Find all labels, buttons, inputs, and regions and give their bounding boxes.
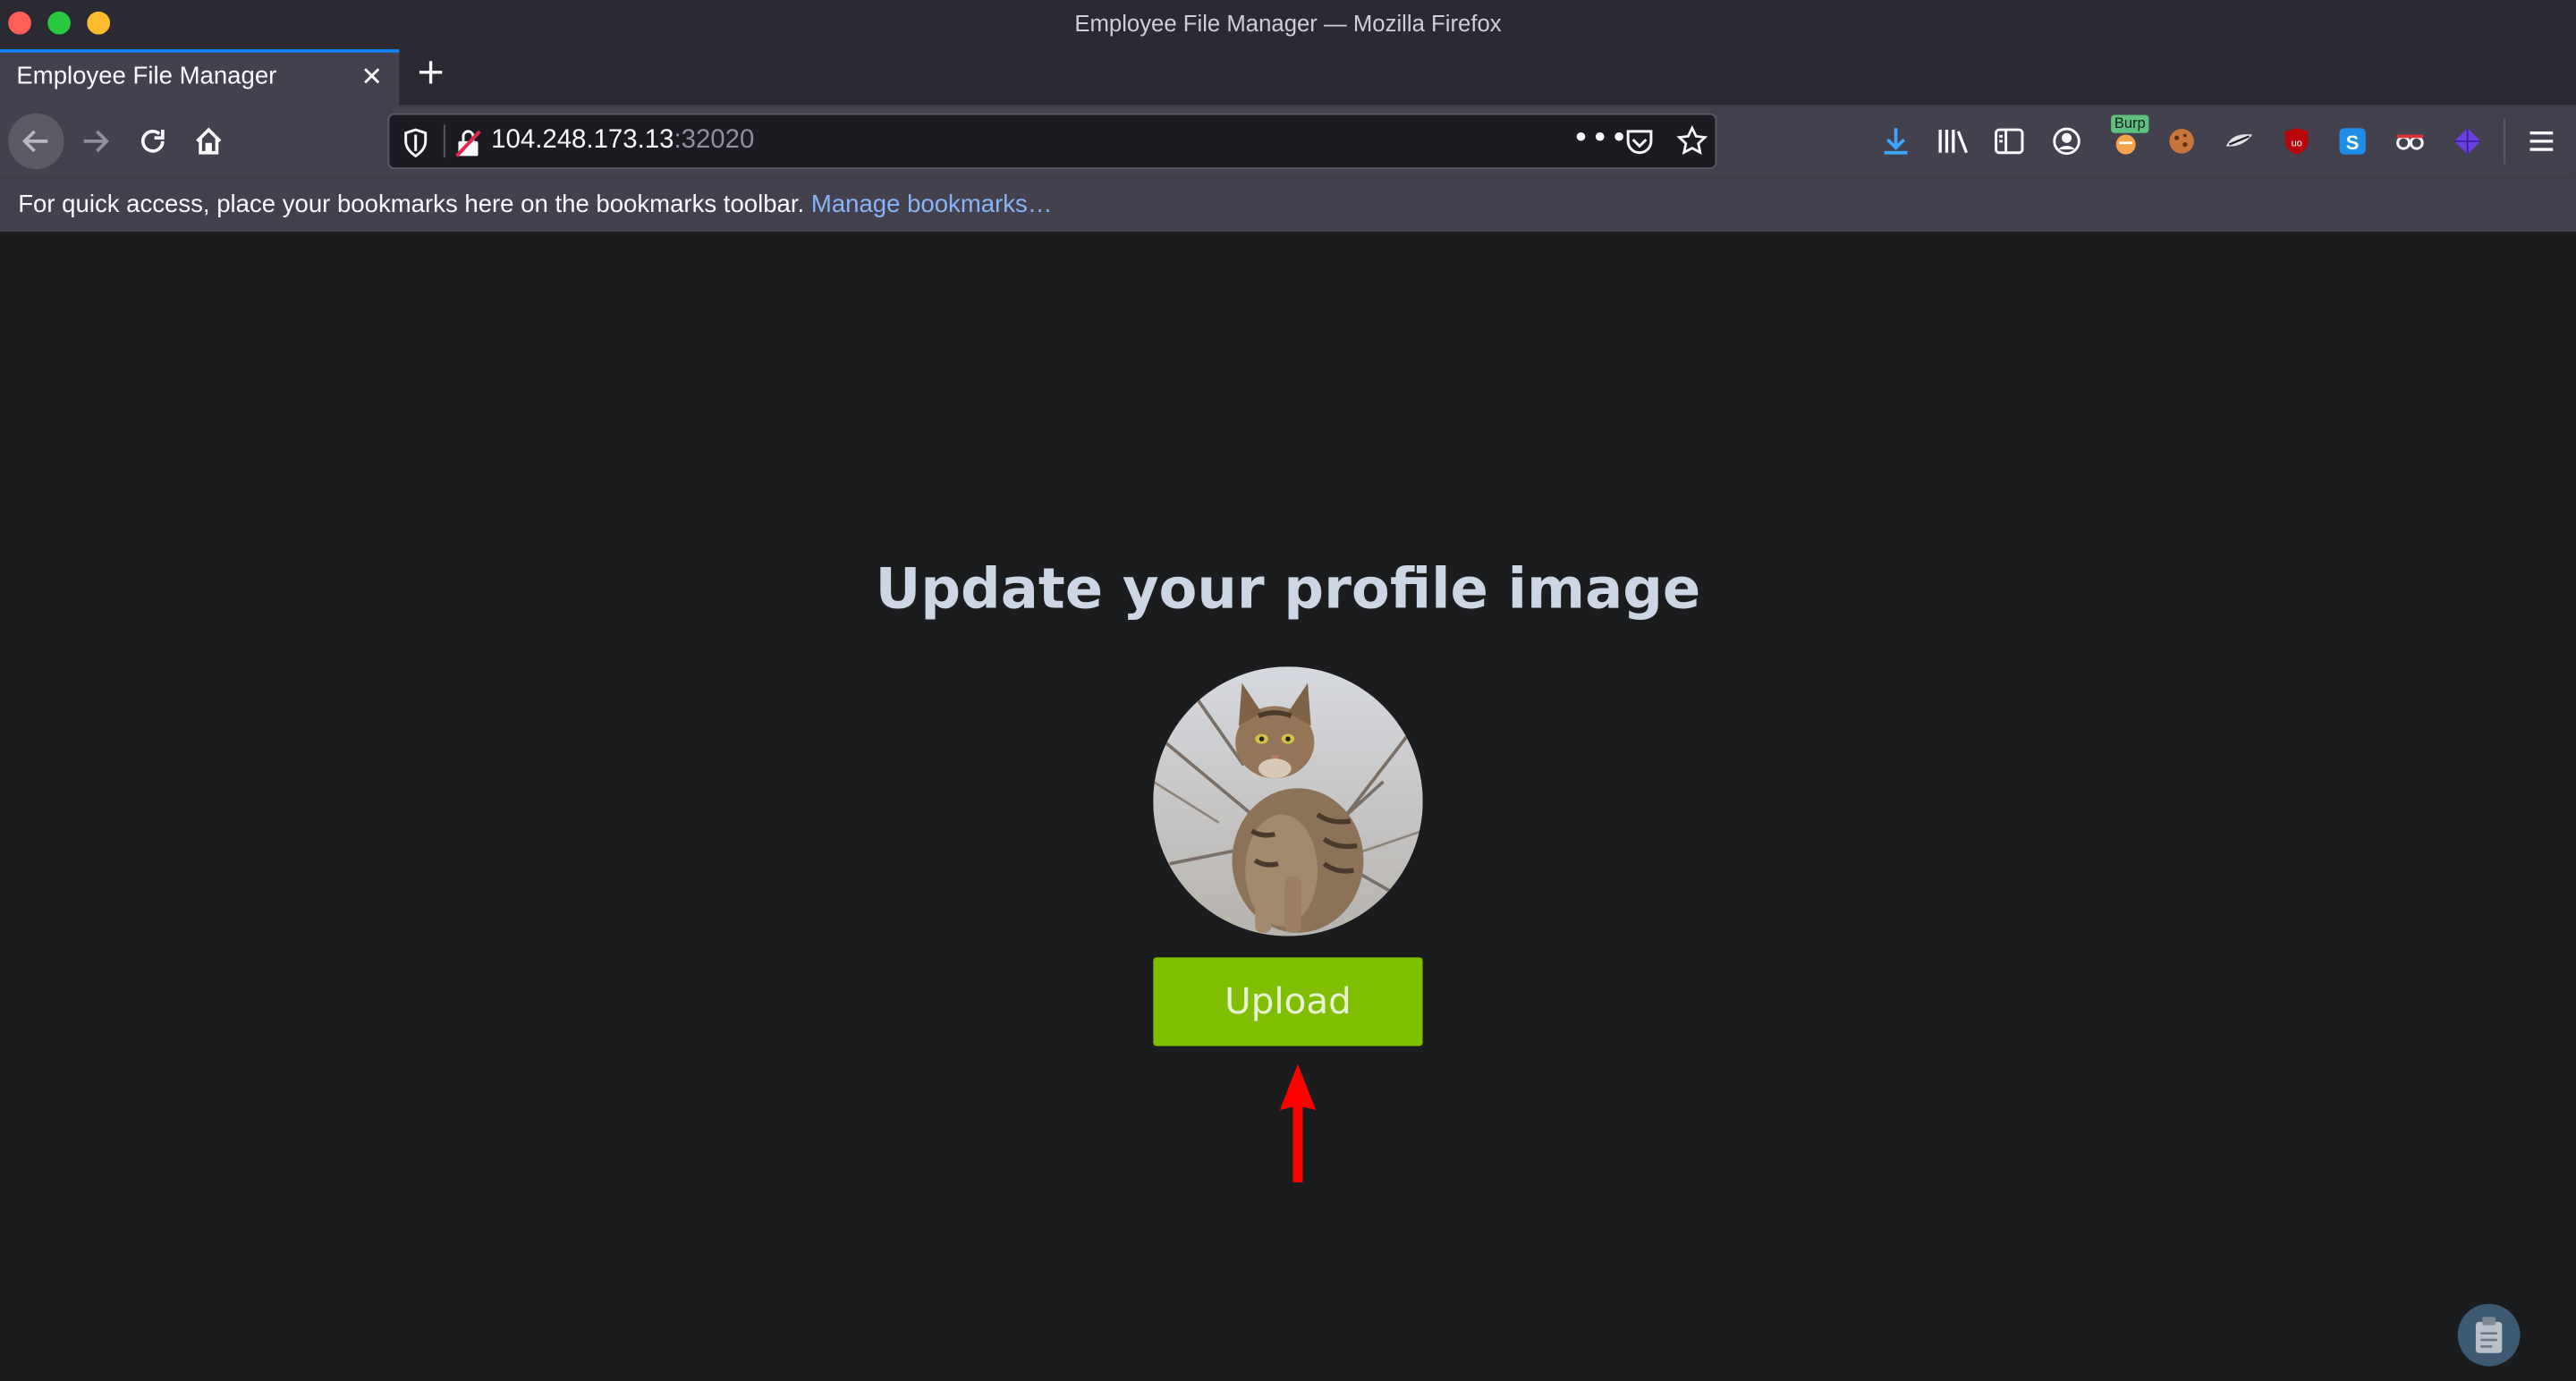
library-icon[interactable] [1936,125,1970,158]
spy-icon[interactable] [2394,125,2427,158]
url-bar[interactable]: 104.248.173.13:32020 ••• [387,113,1717,170]
menu-icon[interactable] [2525,125,2558,158]
cat-photo-icon [1153,666,1423,936]
home-button[interactable] [182,115,235,168]
url-separator [443,124,445,158]
bookmark-star-icon[interactable] [1675,125,1708,165]
tab-employee-file-manager[interactable]: Employee File Manager ✕ [0,49,400,106]
tracking-protection-shield-icon[interactable] [402,128,428,164]
account-icon[interactable] [2050,125,2083,158]
page-content: Update your profile image Upload [0,233,2576,1381]
forward-button[interactable] [69,115,122,168]
svg-text:S: S [2346,131,2360,154]
ublock-icon[interactable]: uo [2280,125,2313,158]
profile-image [1153,666,1423,936]
upload-button[interactable]: Upload [1153,957,1423,1046]
s-extension-icon[interactable]: S [2336,125,2369,158]
burp-badge: Burp [2111,114,2149,133]
bookmarks-message: For quick access, place your bookmarks h… [18,191,1052,218]
forward-arrow-icon [83,130,109,153]
window-title: Employee File Manager — Mozilla Firefox [1074,10,1502,37]
cube-icon[interactable] [2451,125,2484,158]
cookie-icon[interactable] [2165,125,2199,158]
toolbar-separator [2504,118,2505,165]
new-tab-icon[interactable]: + [416,54,446,94]
page-title: Update your profile image [875,556,1701,623]
url-port: :32020 [674,126,755,155]
window-title-bar: Employee File Manager — Mozilla Firefox [0,0,2576,50]
manage-bookmarks-link[interactable]: Manage bookmarks… [811,191,1053,218]
navigation-toolbar: 104.248.173.13:32020 ••• Burp uo S [0,105,2576,178]
clipboard-icon[interactable] [2457,1303,2521,1367]
close-tab-icon[interactable]: ✕ [360,64,383,90]
tab-label: Employee File Manager [16,62,277,90]
bookmarks-toolbar: For quick access, place your bookmarks h… [0,177,2576,233]
extension-icon[interactable] [2223,125,2256,158]
reload-icon [140,129,165,153]
pocket-icon[interactable] [1624,126,1654,162]
back-arrow-icon [21,130,48,153]
insecure-lock-icon[interactable] [455,128,481,164]
home-icon [196,127,222,155]
svg-text:uo: uo [2292,138,2302,148]
bookmarks-hint-text: For quick access, place your bookmarks h… [18,190,805,219]
url-host: 104.248.173.13 [491,126,674,155]
sidebar-icon[interactable] [1993,125,2026,158]
tab-strip: Employee File Manager ✕ + [0,49,2576,106]
red-arrow-annotation-icon [1279,1063,1317,1182]
reload-button[interactable] [126,115,179,168]
url-text: 104.248.173.13:32020 [491,126,754,156]
back-button[interactable] [8,113,64,170]
download-icon[interactable] [1879,125,1912,158]
page-actions-more-icon[interactable]: ••• [1572,122,1630,157]
